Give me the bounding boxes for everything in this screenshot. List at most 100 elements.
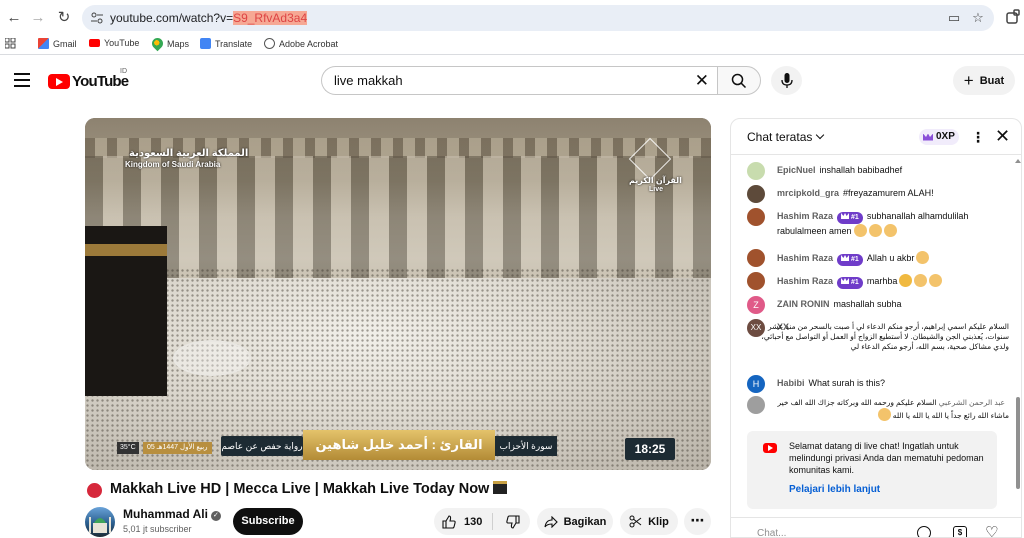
menu-icon[interactable] [14, 73, 30, 87]
site-settings-icon[interactable] [90, 11, 104, 25]
mosque-icon [89, 517, 111, 533]
praying-hands-emoji-icon [914, 274, 928, 287]
like-dislike-group: 130 [434, 508, 530, 535]
clear-search-icon[interactable]: ✕ [695, 71, 709, 91]
scroll-up-arrow-icon[interactable] [1015, 159, 1021, 163]
cast-icon[interactable]: ▭ [946, 10, 962, 26]
bookmarks-bar: Gmail YouTube Maps Translate Adobe Acrob… [0, 35, 1024, 55]
praying-hands-emoji-icon [853, 224, 867, 237]
search-icon [731, 73, 747, 89]
bookmark-translate[interactable]: Translate [200, 38, 252, 49]
overlay-clock: 18:25 [625, 438, 675, 460]
overlay-temperature: 35°C [117, 442, 139, 454]
reload-icon[interactable]: ↻ [54, 8, 74, 28]
live-indicator-icon [87, 483, 102, 498]
youtube-icon [763, 443, 777, 453]
globe-icon [264, 38, 275, 49]
scrollbar-thumb[interactable] [1016, 397, 1020, 489]
member-badge: #1 [837, 212, 863, 224]
like-button[interactable]: 130 [434, 508, 492, 535]
address-bar[interactable]: youtube.com/watch?v=S9_RfvAd3a4 ▭ ☆ [82, 5, 994, 31]
chat-avatar[interactable] [747, 185, 765, 203]
video-title: Makkah Live HD | Mecca Live | Makkah Liv… [110, 481, 508, 497]
youtube-logo[interactable]: YouTube ID [48, 68, 129, 90]
learn-more-link[interactable]: Pelajari lebih lanjut [789, 484, 880, 495]
share-button[interactable]: Bagikan [537, 508, 613, 535]
more-actions-button[interactable]: ⋯ [684, 508, 711, 535]
chat-avatar[interactable]: H [747, 375, 765, 393]
back-icon[interactable]: ← [4, 8, 24, 28]
chat-input[interactable]: Chat... [757, 528, 786, 537]
chat-header: Chat teratas 0XP ⋮ ✕ [731, 119, 1021, 155]
chat-avatar[interactable] [747, 272, 765, 290]
xp-badge[interactable]: 0XP [919, 129, 959, 145]
crown-icon [841, 213, 850, 219]
gmail-icon [38, 38, 49, 49]
like-divider [492, 513, 493, 530]
chat-more-icon[interactable]: ⋮ [971, 128, 985, 146]
chat-scrollbar[interactable] [1015, 159, 1021, 489]
chat-avatar[interactable] [747, 249, 765, 267]
chat-avatar[interactable] [747, 162, 765, 180]
channel-name[interactable]: Muhammad Ali ✓ [123, 507, 221, 521]
overlay-surah: سورة الأحزاب [495, 436, 557, 456]
subscriber-count: 5,01 jt subscriber [123, 524, 192, 534]
channel-avatar[interactable] [85, 507, 115, 537]
close-chat-icon[interactable]: ✕ [995, 127, 1010, 145]
bookmark-youtube[interactable]: YouTube [89, 38, 139, 48]
chat-avatar[interactable]: Z [747, 296, 765, 314]
overlay-date: 05 ربيع الأول 1447هـ [143, 442, 212, 454]
chat-welcome-notice: Selamat datang di live chat! Ingatlah un… [747, 431, 997, 509]
voice-search-button[interactable] [771, 66, 802, 95]
chat-input-row: Chat... $ ♡ [731, 517, 1021, 537]
praying-hands-emoji-icon [929, 274, 943, 287]
subscribe-button[interactable]: Subscribe [233, 508, 303, 535]
create-button[interactable]: + Buat [953, 66, 1015, 95]
emoji-icon[interactable] [917, 526, 931, 537]
video-player[interactable]: المملكة العربية السعودية Kingdom of Saud… [85, 118, 711, 470]
search-input[interactable]: live makkah ✕ [321, 66, 717, 95]
clip-button[interactable]: Klip [620, 508, 678, 535]
url-text: youtube.com/watch?v=S9_RfvAd3a4 [110, 11, 308, 25]
chat-mode-dropdown[interactable]: Chat teratas [747, 130, 825, 144]
country-code: ID [120, 68, 127, 75]
crying-face-emoji-icon [899, 274, 913, 287]
forward-icon[interactable]: → [28, 8, 48, 28]
crown-icon [841, 278, 850, 284]
dislike-button[interactable] [496, 508, 530, 535]
overlay-live: Live [649, 186, 664, 193]
bookmark-gmail[interactable]: Gmail [38, 38, 77, 49]
bookmark-maps[interactable]: Maps [149, 35, 189, 52]
praying-hands-emoji-icon [868, 224, 882, 237]
crown-icon [923, 133, 933, 141]
praying-hands-emoji-icon [883, 224, 897, 237]
microphone-icon [781, 73, 793, 88]
maps-pin-icon [149, 35, 166, 52]
live-chat-panel: Chat teratas 0XP ⋮ ✕ EpicNuel inshallah b… [730, 118, 1022, 538]
overlay-channel-ar: القرآن الكريم [629, 176, 682, 185]
browser-toolbar: ← → ↻ youtube.com/watch?v=S9_RfvAd3a4 ▭ … [0, 0, 1024, 35]
crown-icon [841, 255, 850, 261]
thumbs-up-icon [442, 514, 456, 529]
bookmark-star-icon[interactable]: ☆ [970, 10, 986, 26]
chat-avatar[interactable] [747, 208, 765, 226]
overlay-country-en: Kingdom of Saudi Arabia [125, 160, 221, 169]
translate-icon [200, 38, 211, 49]
heart-icon[interactable]: ♡ [985, 525, 998, 537]
verified-check-icon: ✓ [210, 511, 221, 521]
super-chat-icon[interactable]: $ [953, 526, 967, 537]
kaaba-band [85, 244, 167, 256]
video-lower-third: 35°C 05 ربيع الأول 1447هـ رواية حفص عن ع… [85, 430, 711, 462]
plus-icon: + [963, 70, 974, 90]
extensions-icon[interactable] [1005, 9, 1021, 25]
search-button[interactable] [717, 66, 761, 95]
bookmark-adobe-acrobat[interactable]: Adobe Acrobat [264, 38, 338, 49]
chat-avatar[interactable] [747, 396, 765, 414]
overlay-qari: القارئ : أحمد خليل شاهين [303, 430, 495, 460]
chevron-down-icon [816, 130, 825, 140]
thumbs-down-icon [506, 514, 520, 529]
member-badge: #1 [837, 277, 863, 289]
apps-grid-icon[interactable] [5, 38, 16, 49]
overlay-riwayah: رواية حفص عن عاصم [221, 436, 303, 456]
overlay-country-ar: المملكة العربية السعودية [129, 148, 249, 159]
